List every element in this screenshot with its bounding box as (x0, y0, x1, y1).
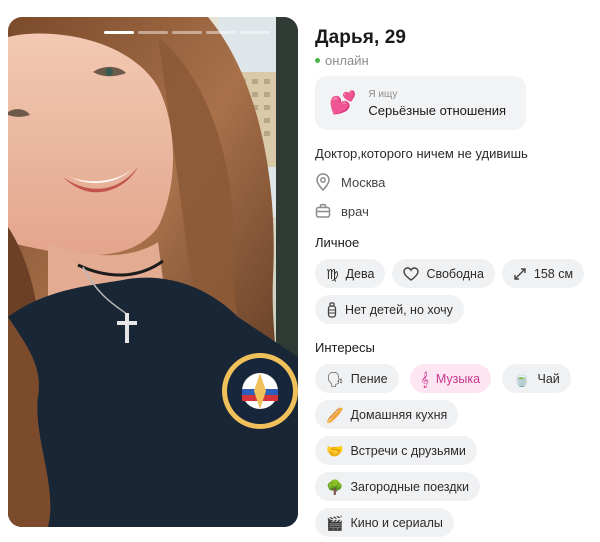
tag-children[interactable]: Нет детей, но хочу (315, 295, 464, 324)
tag-label: Дева (345, 266, 375, 281)
photo-page-indicator[interactable] (138, 31, 168, 34)
music-note-icon: 𝄞 (420, 370, 429, 387)
virgo-icon: ♍ (326, 265, 339, 282)
tag-label: Домашняя кухня (350, 407, 448, 422)
profile-info: Дарья, 29 онлайн 💕 Я ищу Серьёзные отнош… (315, 27, 595, 537)
tea-icon: 🍵 (513, 370, 531, 387)
photo-page-indicator[interactable] (172, 31, 202, 34)
tree-icon: 🌳 (326, 478, 344, 495)
interest-tags: 🗣 Пение 𝄞 Музыка 🍵 Чай 🥖 Домашняя кухня … (315, 364, 595, 537)
seeking-value: Серьёзные отношения (368, 102, 507, 118)
tag-label: Кино и сериалы (350, 515, 443, 530)
personal-section-title: Личное (315, 235, 360, 250)
online-status-label: онлайн (325, 53, 369, 68)
personal-tags: ♍ Дева Свободна 158 см Нет детей, но хоч… (315, 259, 595, 324)
interest-movies[interactable]: 🎬 Кино и сериалы (315, 508, 454, 537)
profile-name-age: Дарья, 29 (315, 27, 407, 48)
clapper-icon: 🎬 (326, 514, 344, 531)
tag-height[interactable]: 158 см (501, 259, 585, 288)
bread-icon: 🥖 (326, 406, 344, 423)
online-dot-icon (315, 58, 320, 63)
city-row: Москва (315, 173, 595, 191)
singing-icon: 🗣 (326, 370, 344, 387)
tag-label: Загородные поездки (350, 479, 470, 494)
interest-home-cooking[interactable]: 🥖 Домашняя кухня (315, 400, 459, 429)
profile-photo[interactable] (8, 17, 298, 527)
interests-section-title: Интересы (315, 340, 375, 355)
location-pin-icon (316, 173, 330, 191)
photo-illustration (8, 17, 298, 527)
interest-country-trips[interactable]: 🌳 Загородные поездки (315, 472, 481, 501)
handshake-icon: 🤝 (326, 442, 344, 459)
tag-label: Встречи с друзьями (350, 443, 466, 458)
tag-relationship-status[interactable]: Свободна (392, 259, 495, 288)
bottle-icon (326, 301, 338, 318)
photo-page-indicator[interactable] (104, 31, 134, 34)
tag-label: Нет детей, но хочу (345, 302, 453, 317)
tag-label: Пение (350, 371, 388, 386)
seeking-card: 💕 Я ищу Серьёзные отношения (315, 76, 526, 130)
tag-label: Чай (537, 371, 560, 386)
height-arrows-icon (513, 267, 527, 281)
online-status: онлайн (315, 53, 595, 68)
city-label: Москва (341, 174, 386, 190)
tag-zodiac[interactable]: ♍ Дева (315, 259, 386, 288)
interest-tea[interactable]: 🍵 Чай (502, 364, 571, 393)
job-row: врач (315, 203, 595, 219)
tag-label: 158 см (533, 266, 574, 281)
job-label: врач (341, 203, 369, 219)
profile-bio: Доктор,которого ничем не удивишь (315, 146, 528, 161)
heart-outline-icon (403, 266, 420, 281)
interest-singing[interactable]: 🗣 Пение (315, 364, 399, 393)
tag-label: Свободна (426, 266, 484, 281)
photo-pagination (104, 31, 270, 34)
tag-label: Музыка (435, 371, 481, 386)
photo-page-indicator[interactable] (206, 31, 236, 34)
interest-meeting-friends[interactable]: 🤝 Встречи с друзьями (315, 436, 477, 465)
photo-page-indicator[interactable] (240, 31, 270, 34)
interest-music[interactable]: 𝄞 Музыка (409, 364, 492, 393)
hearts-icon: 💕 (329, 90, 357, 115)
briefcase-icon (315, 203, 331, 218)
seeking-label: Я ищу (368, 88, 398, 100)
